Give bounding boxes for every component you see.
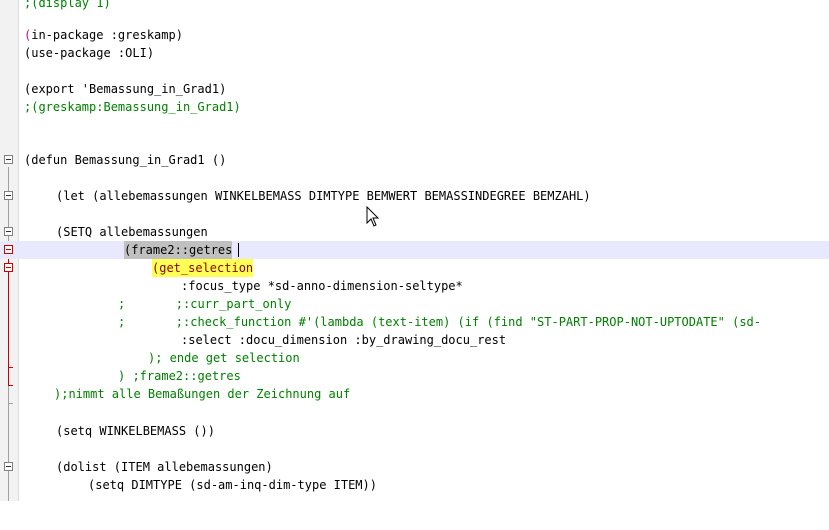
- code-text: :select :docu_dimension :by_drawing_docu…: [181, 333, 507, 347]
- fold-toggle-icon[interactable]: [4, 462, 13, 471]
- code-text: ;(greskamp:Bemassung_in_Grad1): [24, 100, 241, 114]
- code-line: (setq WINKELBEMASS ()): [0, 422, 829, 440]
- text-cursor: [238, 243, 239, 257]
- fold-toggle-icon[interactable]: [4, 245, 13, 254]
- code-line: (in-package :greskamp): [0, 26, 829, 44]
- bracket-match-text: (get_selection: [152, 259, 254, 277]
- code-line: ; ;:check_function #'(lambda (text-item)…: [0, 313, 829, 331]
- code-line: (let (allebemassungen WINKELBEMASS DIMTY…: [0, 187, 829, 205]
- code-text: (in-package :greskamp): [24, 28, 183, 42]
- fold-toggle-icon[interactable]: [4, 155, 13, 164]
- code-line: :select :docu_dimension :by_drawing_docu…: [0, 331, 829, 349]
- code-line: (use-package :OLI): [0, 44, 829, 62]
- code-text: :focus_type *sd-anno-dimension-seltype*: [181, 279, 463, 293]
- code-line: ;(greskamp:Bemassung_in_Grad1): [0, 98, 829, 116]
- code-text: (setq WINKELBEMASS ()): [56, 424, 215, 438]
- code-line: (export 'Bemassung_in_Grad1): [0, 80, 829, 98]
- code-line: (dolist (ITEM allebemassungen): [0, 458, 829, 476]
- fold-toggle-icon[interactable]: [4, 191, 13, 200]
- code-text: (dolist (ITEM allebemassungen): [56, 460, 273, 474]
- mouse-pointer-icon: [366, 206, 380, 227]
- code-line: );nimmt alle Bemaßungen der Zeichnung au…: [0, 385, 829, 403]
- code-text: (SETQ allebemassungen: [56, 225, 208, 239]
- code-line: ); ende get selection: [0, 349, 829, 367]
- code-line: (get_selection: [0, 259, 829, 277]
- code-text: ;(display 1): [24, 0, 111, 10]
- code-line: ;(display 1): [0, 0, 829, 12]
- code-text: (setq DIMTYPE (sd-am-inq-dim-type ITEM)): [88, 478, 377, 492]
- code-line: (setq DIMTYPE (sd-am-inq-dim-type ITEM)): [0, 476, 829, 494]
- code-text: (defun Bemassung_in_Grad1 (): [24, 153, 227, 167]
- code-editor[interactable]: ;(display 1) (in-package :greskamp) (use…: [0, 0, 829, 501]
- fold-toggle-icon[interactable]: [4, 263, 13, 272]
- code-text: (export 'Bemassung_in_Grad1): [24, 82, 227, 96]
- code-text: ; ;:curr_part_only: [118, 297, 292, 311]
- fold-toggle-icon[interactable]: [4, 227, 13, 236]
- code-text: ); ende get selection: [148, 351, 300, 365]
- code-text: (let (allebemassungen WINKELBEMASS DIMTY…: [56, 189, 591, 203]
- code-line: (SETQ allebemassungen: [0, 223, 829, 241]
- code-line: (defun Bemassung_in_Grad1 (): [0, 151, 829, 169]
- code-text: );nimmt alle Bemaßungen der Zeichnung au…: [54, 387, 351, 401]
- code-line: ) ;frame2::getres: [0, 367, 829, 385]
- code-line-current: (frame2::getres: [0, 241, 829, 259]
- code-text: (use-package :OLI): [24, 46, 155, 60]
- selected-code-text: (frame2::getres: [124, 241, 233, 259]
- code-text: ; ;:check_function #'(lambda (text-item)…: [118, 315, 761, 329]
- code-line: :focus_type *sd-anno-dimension-seltype*: [0, 277, 829, 295]
- code-text: ) ;frame2::getres: [118, 369, 241, 383]
- code-line: ; ;:curr_part_only: [0, 295, 829, 313]
